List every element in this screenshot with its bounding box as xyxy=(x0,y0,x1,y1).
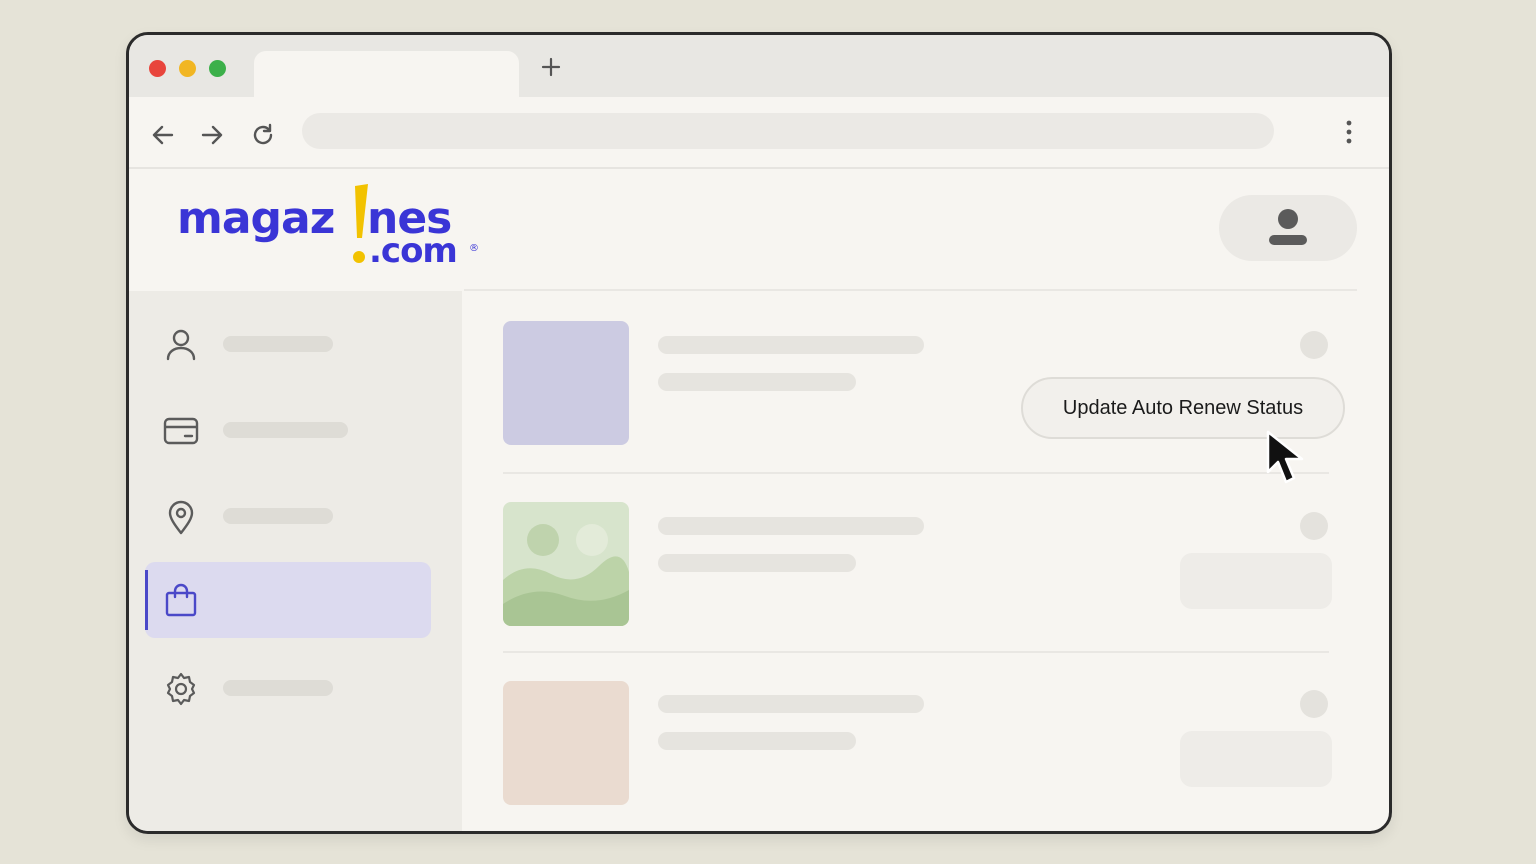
minimize-dot[interactable] xyxy=(179,60,196,77)
sidebar-label-placeholder xyxy=(223,422,348,438)
subtitle-placeholder xyxy=(658,373,856,391)
reload-icon[interactable] xyxy=(249,121,277,149)
address-bar[interactable] xyxy=(302,113,1274,149)
row-divider xyxy=(503,651,1329,653)
magazine-cover-thumbnail[interactable] xyxy=(503,321,629,445)
credit-card-icon xyxy=(163,417,199,445)
sidebar xyxy=(129,291,462,831)
status-indicator xyxy=(1300,690,1328,718)
plus-icon[interactable] xyxy=(539,55,563,79)
sidebar-item-addresses[interactable] xyxy=(145,479,431,555)
forward-arrow-icon[interactable] xyxy=(198,121,226,149)
header-divider xyxy=(464,289,1357,291)
status-indicator xyxy=(1300,331,1328,359)
user-avatar-icon xyxy=(1269,209,1307,245)
magazine-cover-thumbnail[interactable] xyxy=(503,502,629,626)
subtitle-placeholder xyxy=(658,732,856,750)
shopping-bag-icon xyxy=(165,583,197,617)
account-avatar-button[interactable] xyxy=(1219,195,1357,261)
sidebar-item-settings[interactable] xyxy=(145,651,431,727)
user-icon xyxy=(166,329,196,361)
close-dot[interactable] xyxy=(149,60,166,77)
title-placeholder xyxy=(658,517,924,535)
title-placeholder xyxy=(658,695,924,713)
sidebar-label-placeholder xyxy=(223,508,333,524)
sidebar-item-subscriptions[interactable] xyxy=(145,562,431,638)
sidebar-label-placeholder xyxy=(223,336,333,352)
action-button-placeholder[interactable] xyxy=(1180,553,1332,609)
mouse-pointer-icon xyxy=(1266,430,1304,484)
sidebar-item-payment[interactable] xyxy=(145,393,431,469)
magazine-cover-thumbnail[interactable] xyxy=(503,681,629,805)
gear-icon xyxy=(166,672,196,706)
svg-text:magaz: magaz xyxy=(177,193,334,244)
title-placeholder xyxy=(658,336,924,354)
landscape-image-icon xyxy=(503,524,629,626)
status-indicator xyxy=(1300,512,1328,540)
sidebar-item-profile[interactable] xyxy=(145,307,431,383)
magazines-logo[interactable]: magaz nes .com ® xyxy=(177,183,497,273)
maximize-dot[interactable] xyxy=(209,60,226,77)
subtitle-placeholder xyxy=(658,554,856,572)
svg-text:®: ® xyxy=(469,243,479,254)
location-pin-icon xyxy=(168,500,194,535)
row-divider xyxy=(503,472,1329,474)
svg-text:.com: .com xyxy=(369,231,457,271)
kebab-menu-icon[interactable] xyxy=(1337,119,1361,145)
tab-bar xyxy=(129,35,1389,99)
sidebar-label-placeholder xyxy=(223,680,333,696)
browser-tab[interactable] xyxy=(254,51,519,99)
browser-window: magaz nes .com ® Update Auto Renew Statu… xyxy=(126,32,1392,834)
active-indicator xyxy=(145,570,148,630)
back-arrow-icon[interactable] xyxy=(149,121,177,149)
action-button-placeholder[interactable] xyxy=(1180,731,1332,787)
